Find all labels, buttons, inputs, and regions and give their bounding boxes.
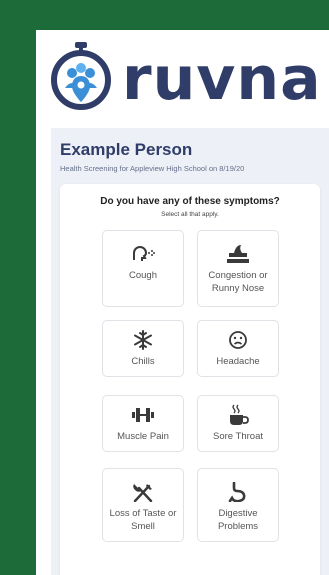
symptom-label: Congestion or Runny Nose	[208, 270, 268, 294]
stopwatch-people-pin-logo	[51, 42, 111, 110]
symptom-label: Headache	[216, 356, 260, 367]
hot-drink-icon	[227, 404, 249, 426]
cough-icon	[130, 243, 156, 265]
symptom-option-muscle-pain[interactable]: Muscle Pain	[102, 395, 184, 452]
symptom-option-loss-of-taste[interactable]: Loss of Taste or Smell	[102, 468, 184, 542]
app-screen: ruvna Example Person Health Screening fo…	[36, 30, 329, 575]
symptom-option-chills[interactable]: Chills	[102, 320, 184, 377]
tissue-box-icon	[226, 243, 250, 265]
symptom-option-congestion[interactable]: Congestion or Runny Nose	[197, 230, 279, 307]
utensils-crossed-icon	[132, 481, 154, 503]
screening-subtitle: Health Screening for Appleview High Scho…	[60, 164, 245, 173]
symptom-grid: Cough Congestion or Runny Nose Chills He…	[60, 184, 320, 575]
brand-header: ruvna	[36, 30, 329, 128]
symptom-label: Cough	[129, 270, 157, 281]
symptom-label: Muscle Pain	[117, 431, 169, 442]
brand-wordmark: ruvna	[122, 44, 322, 114]
snowflake-icon	[133, 329, 153, 351]
symptom-label: Digestive Problems	[217, 508, 259, 532]
symptom-label: Loss of Taste or Smell	[109, 508, 177, 532]
screening-panel: Example Person Health Screening for Appl…	[51, 128, 329, 575]
stomach-icon	[228, 481, 248, 503]
symptom-label: Sore Throat	[213, 431, 263, 442]
symptom-option-headache[interactable]: Headache	[197, 320, 279, 377]
symptom-option-digestive[interactable]: Digestive Problems	[197, 468, 279, 542]
symptom-card: Do you have any of these symptoms? Selec…	[60, 184, 320, 575]
frown-face-icon	[228, 329, 248, 351]
person-name: Example Person	[60, 140, 193, 159]
symptom-option-sore-throat[interactable]: Sore Throat	[197, 395, 279, 452]
symptom-option-cough[interactable]: Cough	[102, 230, 184, 307]
symptom-label: Chills	[131, 356, 155, 367]
dumbbell-icon	[131, 404, 155, 426]
